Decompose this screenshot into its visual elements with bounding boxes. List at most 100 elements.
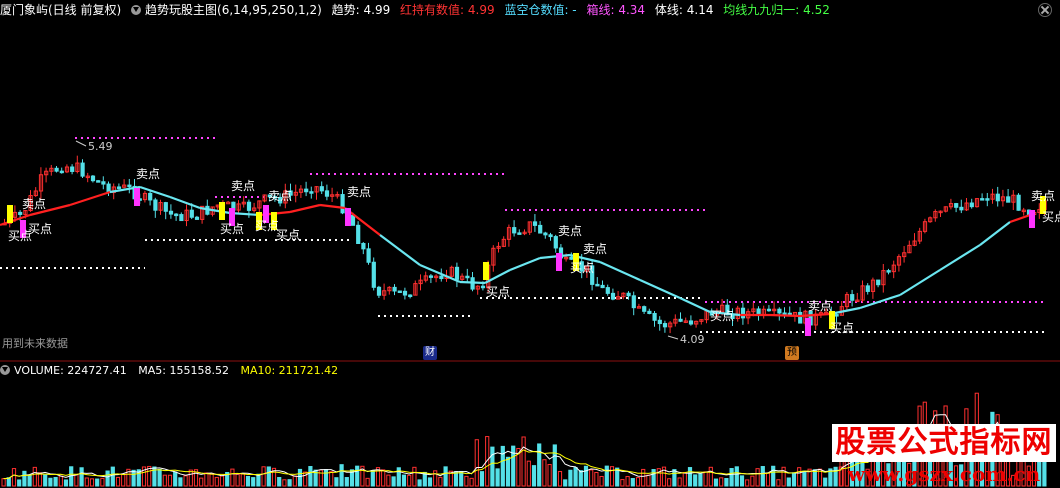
trend-line-segment xyxy=(979,221,1011,246)
volume-bar xyxy=(251,477,256,487)
volume-bar xyxy=(157,468,162,487)
sell-point-label: 卖点 xyxy=(136,167,160,181)
volume-bar xyxy=(495,468,500,487)
volume-bar xyxy=(537,443,542,487)
volume-bar xyxy=(199,477,204,487)
volume-bar xyxy=(703,471,708,487)
volume-bar xyxy=(63,479,69,487)
volume-value: VOLUME: 224727.41 xyxy=(14,364,127,377)
candle-body xyxy=(834,314,839,317)
signal-bar xyxy=(134,188,140,206)
volume-bar xyxy=(370,470,375,487)
candle-body xyxy=(392,286,397,292)
volume-bar xyxy=(443,466,448,487)
candle-body xyxy=(194,216,200,220)
candle-body xyxy=(980,198,985,201)
high-marker xyxy=(75,140,87,147)
volume-bar xyxy=(646,474,651,487)
volume-bar xyxy=(526,460,531,487)
volume-bar xyxy=(365,477,370,487)
volume-bar xyxy=(386,474,391,487)
volume-bar xyxy=(578,470,583,487)
candle-body xyxy=(1016,194,1021,211)
signal-bar xyxy=(805,318,811,336)
candle-body xyxy=(153,199,158,211)
volume-bar xyxy=(334,477,339,487)
volume-dropdown[interactable]: VOLUME: 224727.41 xyxy=(0,364,127,377)
volume-bar xyxy=(167,474,173,487)
volume-bar xyxy=(630,478,635,487)
volume-bar xyxy=(110,466,115,487)
volume-bar xyxy=(791,472,797,487)
sell-point-label: 卖点 xyxy=(1031,189,1055,203)
dropdown-icon[interactable] xyxy=(0,365,10,375)
buy-point-label: 买点 xyxy=(710,309,734,323)
forecast-badge[interactable]: 预 xyxy=(785,346,799,360)
trend-line-segment xyxy=(599,260,641,282)
volume-bar xyxy=(417,479,422,487)
candle-body xyxy=(54,167,59,172)
candle-body xyxy=(631,295,636,309)
volume-bar xyxy=(308,466,313,487)
volume-bar xyxy=(407,474,412,487)
volume-bar xyxy=(401,474,407,487)
volume-bar xyxy=(609,466,615,487)
volume-bar xyxy=(43,474,48,487)
volume-bar xyxy=(469,477,474,487)
signal-bar xyxy=(1029,210,1035,228)
volume-bar xyxy=(84,477,89,487)
buy-point-label: 买点 xyxy=(486,285,510,299)
candle-body xyxy=(532,221,538,226)
volume-bar xyxy=(521,436,526,487)
volume-bar xyxy=(765,472,771,487)
candle-body xyxy=(101,181,106,185)
volume-bar xyxy=(505,456,511,487)
candle-body xyxy=(366,248,371,263)
sell-point-label: 卖点 xyxy=(268,189,292,203)
candle-body xyxy=(652,312,657,321)
candle-body xyxy=(480,285,486,289)
volume-bar xyxy=(620,479,625,487)
volume-bar xyxy=(771,465,776,487)
candle-body xyxy=(610,292,616,300)
trend-line-segment xyxy=(289,203,321,214)
volume-bar xyxy=(48,477,53,487)
candle-body xyxy=(954,203,959,208)
candle-body xyxy=(678,318,683,322)
volume-bar xyxy=(682,471,687,487)
buy-point-label: 买点 xyxy=(1042,210,1060,224)
volume-bar xyxy=(542,459,547,487)
candle-body xyxy=(439,275,444,280)
candle-body xyxy=(319,186,324,192)
buy-point-label: 买点 xyxy=(28,222,52,236)
volume-bar xyxy=(573,467,578,487)
volume-bar xyxy=(641,468,646,487)
finance-badge[interactable]: 财 xyxy=(423,346,437,360)
buy-point-label: 买点 xyxy=(570,261,594,275)
chart-canvas[interactable]: 卖点买点买点卖点卖点买点卖点买点买点卖点买点卖点卖点买点买点卖点买点卖点买点 5… xyxy=(0,0,1060,488)
candle-body xyxy=(959,206,964,211)
volume-bar xyxy=(490,446,495,487)
signal-bar xyxy=(556,253,562,271)
sell-point-label: 卖点 xyxy=(22,197,46,211)
candle-body xyxy=(626,292,631,297)
candle-body xyxy=(168,210,174,215)
volume-bar xyxy=(755,468,760,487)
candle-body xyxy=(995,193,1000,202)
volume-bar xyxy=(433,470,438,487)
candle-body xyxy=(90,175,96,182)
volume-header: VOLUME: 224727.41 MA5: 155158.52 MA10: 2… xyxy=(0,362,700,380)
low-price-label: 4.09 xyxy=(680,333,705,346)
candle-body xyxy=(465,275,470,279)
candle-body xyxy=(517,232,522,235)
trend-line-segment xyxy=(199,206,231,215)
candle-body xyxy=(304,188,309,193)
candle-body xyxy=(865,285,870,292)
sell-point-label: 卖点 xyxy=(231,179,255,193)
volume-bar xyxy=(6,477,11,487)
trend-line-segment xyxy=(799,312,831,318)
candle-body xyxy=(642,306,647,312)
volume-bar xyxy=(147,465,152,487)
volume-bar xyxy=(760,466,765,487)
volume-bar xyxy=(479,471,485,487)
